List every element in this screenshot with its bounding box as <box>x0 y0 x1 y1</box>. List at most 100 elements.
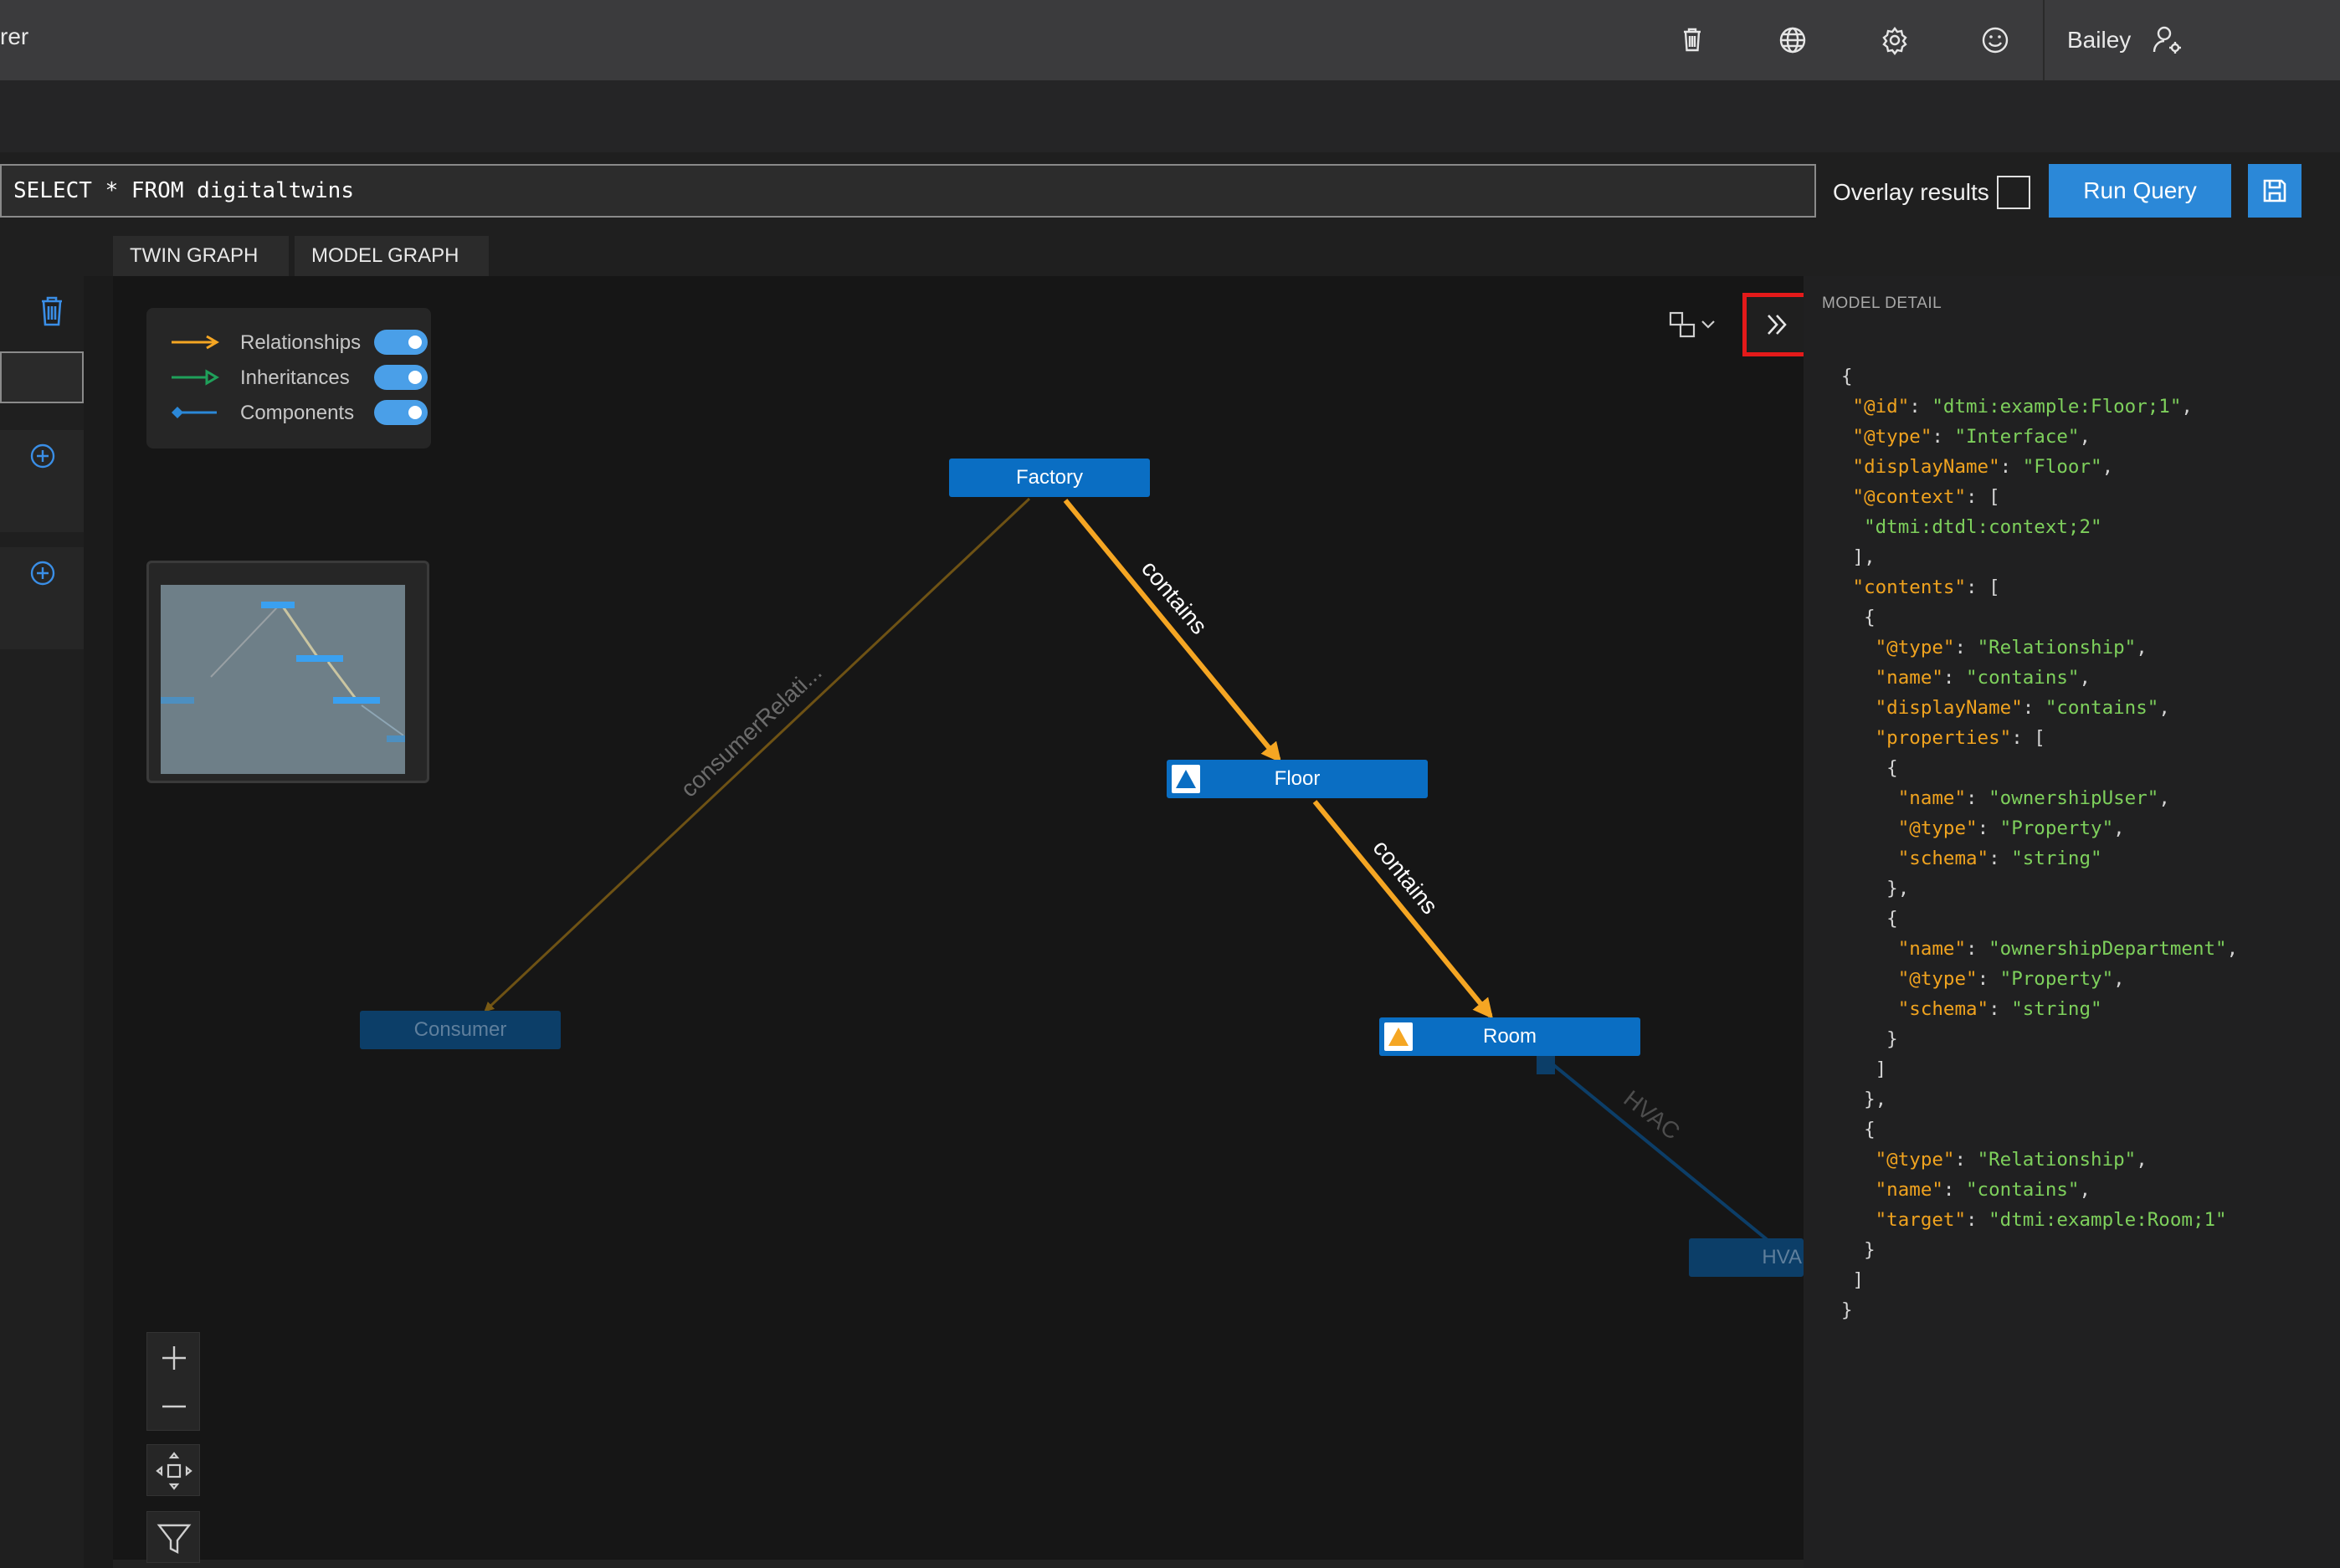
json-line: "schema": "string" <box>1841 843 2335 874</box>
json-key: "name" <box>1897 787 1967 809</box>
json-punct: , <box>2079 426 2091 448</box>
json-punct: : <box>1999 456 2023 478</box>
node-consumer[interactable]: Consumer <box>360 1011 561 1049</box>
json-line: "dtmi:dtdl:context;2" <box>1841 512 2335 542</box>
json-punct <box>1841 637 1876 658</box>
json-line: }, <box>1841 1084 2335 1115</box>
json-punct: , <box>2113 968 2125 990</box>
json-key: "contents" <box>1852 576 1967 598</box>
json-value: "Property" <box>1999 817 2114 839</box>
json-value: "Relationship" <box>1977 637 2137 658</box>
graph-minimap[interactable] <box>146 561 429 783</box>
json-line: "@type": "Relationship", <box>1841 633 2335 663</box>
json-punct: : <box>1977 968 2000 990</box>
layout-dropdown[interactable] <box>1664 301 1722 351</box>
inheritance-arrow-icon <box>172 369 219 386</box>
node-factory[interactable]: Factory <box>949 459 1150 497</box>
json-line: "@type": "Property", <box>1841 813 2335 843</box>
json-punct: : <box>2022 697 2045 719</box>
zoom-in-icon[interactable] <box>157 1341 191 1375</box>
json-key: "schema" <box>1897 998 1989 1020</box>
node-hvac[interactable]: HVA <box>1689 1238 1804 1277</box>
json-punct: : <box>1932 426 1955 448</box>
json-punct: { <box>1841 908 1898 930</box>
json-punct: : [ <box>1966 576 2000 598</box>
json-line: "target": "dtmi:example:Room;1" <box>1841 1205 2335 1235</box>
json-value: "ownershipUser" <box>1988 787 2159 809</box>
json-value: "Interface" <box>1954 426 2080 448</box>
relationships-toggle[interactable] <box>374 330 428 355</box>
json-key: "properties" <box>1875 727 2012 749</box>
json-line: "@id": "dtmi:example:Floor;1", <box>1841 392 2335 422</box>
legend-label: Inheritances <box>240 366 350 389</box>
json-key: "name" <box>1897 938 1967 960</box>
json-line: }, <box>1841 874 2335 904</box>
json-punct: }, <box>1841 878 1910 899</box>
json-punct <box>1841 516 1864 538</box>
minimap-viewport[interactable] <box>161 585 405 774</box>
edge-label-consumer: consumerRelati... <box>675 658 826 802</box>
edge-floor-room[interactable] <box>1312 800 1494 1019</box>
filter-button[interactable] <box>146 1511 200 1563</box>
edge-factory-consumer[interactable] <box>484 497 1031 1012</box>
json-line: "@context": [ <box>1841 482 2335 512</box>
collapse-panel-button[interactable] <box>1742 293 1813 356</box>
node-label: Room <box>1482 1025 1537 1048</box>
json-punct <box>1841 576 1853 598</box>
json-punct: , <box>2226 938 2239 960</box>
json-line: { <box>1841 904 2335 934</box>
json-punct: : <box>1942 1179 1967 1201</box>
filter-icon <box>157 1524 192 1554</box>
json-line: } <box>1841 1024 2335 1054</box>
json-punct <box>1841 456 1853 478</box>
layout-icon <box>1669 311 1715 338</box>
json-punct <box>1841 998 1898 1020</box>
json-punct: , <box>2079 1179 2091 1201</box>
components-toggle[interactable] <box>374 400 428 425</box>
json-punct: , <box>2181 396 2193 418</box>
double-chevron-right-icon <box>1768 315 1787 335</box>
zoom-out-icon[interactable] <box>157 1390 191 1423</box>
fit-view-icon <box>156 1452 192 1490</box>
json-value: "Relationship" <box>1977 1149 2137 1171</box>
json-punct: ] <box>1841 1269 1865 1291</box>
json-line: "@type": "Interface", <box>1841 422 2335 452</box>
edge-label-hvac: HVAC <box>1619 1085 1685 1145</box>
json-value: "ownershipDepartment" <box>1988 938 2227 960</box>
json-line: "name": "ownershipDepartment", <box>1841 934 2335 964</box>
json-line: "displayName": "contains", <box>1841 693 2335 723</box>
json-key: "schema" <box>1897 848 1989 869</box>
json-line: { <box>1841 1115 2335 1145</box>
json-line: "properties": [ <box>1841 723 2335 753</box>
node-floor[interactable]: Floor <box>1167 760 1428 798</box>
json-key: "name" <box>1875 667 1943 689</box>
json-punct: , <box>2079 667 2091 689</box>
json-key: "@type" <box>1897 968 1978 990</box>
json-punct: : <box>1954 637 1978 658</box>
json-punct: : [ <box>2011 727 2045 749</box>
edge-room-hvac[interactable] <box>1545 1058 1769 1242</box>
json-key: "displayName" <box>1852 456 2000 478</box>
fit-to-view-button[interactable] <box>146 1444 200 1496</box>
json-key: "name" <box>1875 1179 1943 1201</box>
json-punct: { <box>1841 366 1853 387</box>
json-value: "Property" <box>1999 968 2114 990</box>
minimap-graph <box>161 602 405 742</box>
json-line: } <box>1841 1235 2335 1265</box>
json-punct: : <box>1942 667 1967 689</box>
json-key: "@type" <box>1875 637 1955 658</box>
node-room[interactable]: Room <box>1379 1017 1640 1056</box>
json-punct <box>1841 667 1876 689</box>
json-punct: , <box>2101 456 2114 478</box>
graph-legend: Relationships Inheritances Components <box>146 308 431 448</box>
inheritances-toggle[interactable] <box>374 365 428 390</box>
json-line: "schema": "string" <box>1841 994 2335 1024</box>
json-punct: : <box>1909 396 1932 418</box>
json-line: "contents": [ <box>1841 572 2335 602</box>
edge-factory-floor[interactable] <box>1063 499 1282 763</box>
node-label: HVA <box>1762 1246 1802 1268</box>
json-punct <box>1841 486 1853 508</box>
legend-relationships: Relationships <box>160 326 428 360</box>
component-anchor <box>1537 1056 1555 1074</box>
model-badge-icon <box>1384 1022 1413 1051</box>
